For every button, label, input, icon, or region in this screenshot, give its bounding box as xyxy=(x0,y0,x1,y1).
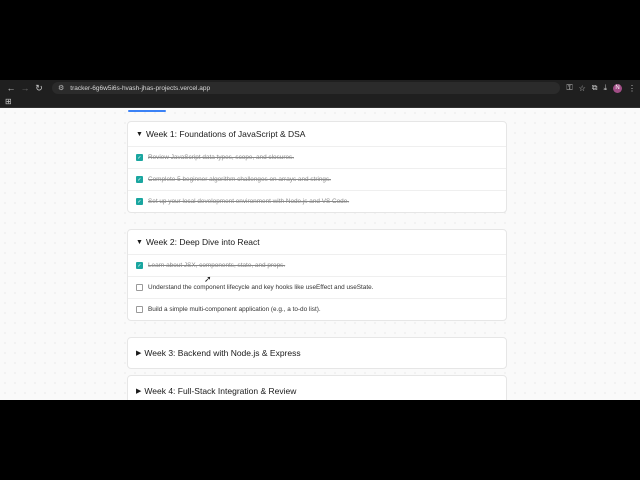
task-label: Complete 5 beginner algorithm challenges… xyxy=(148,176,331,183)
progress-accent xyxy=(128,110,166,112)
url-text: tracker-6g6w5i6s-hvash-jhas-projects.ver… xyxy=(70,84,211,92)
week-card: ▼ Week 2: Deep Dive into React ✓ Learn a… xyxy=(127,229,507,321)
bookmarks-bar: ⊞ xyxy=(0,96,640,108)
week-header-1[interactable]: ▼ Week 1: Foundations of JavaScript & DS… xyxy=(128,122,506,146)
task-row: ✓ Complete 5 beginner algorithm challeng… xyxy=(128,168,506,190)
week-title: Week 1: Foundations of JavaScript & DSA xyxy=(145,129,306,139)
task-label: Understand the component lifecycle and k… xyxy=(148,284,374,291)
week-title: Week 4: Full-Stack Integration & Review xyxy=(144,386,297,396)
profile-avatar[interactable]: N xyxy=(613,83,622,93)
week-header-2[interactable]: ▼ Week 2: Deep Dive into React xyxy=(128,230,506,254)
reload-icon[interactable]: ↻ xyxy=(32,83,46,94)
forward-icon[interactable]: → xyxy=(18,83,32,93)
apps-grid-icon[interactable]: ⊞ xyxy=(5,97,12,106)
browser-toolbar: ← → ↻ ⚙ tracker-6g6w5i6s-hvash-jhas-proj… xyxy=(0,80,640,96)
task-label: Learn about JSX, components, state, and … xyxy=(148,262,286,269)
password-key-icon[interactable]: ⚿ xyxy=(566,83,572,93)
task-checkbox[interactable]: ✓ xyxy=(136,154,143,161)
browser-window: ← → ↻ ⚙ tracker-6g6w5i6s-hvash-jhas-proj… xyxy=(0,80,640,400)
task-label: Review JavaScript data types, scope, and… xyxy=(148,154,294,161)
week-header-3[interactable]: ▶ Week 3: Backend with Node.js & Express xyxy=(128,338,506,368)
menu-kebab-icon[interactable]: ⋮ xyxy=(628,84,636,93)
task-row: ✓ Set up your local development environm… xyxy=(128,190,506,212)
page-content: ▼ Week 1: Foundations of JavaScript & DS… xyxy=(0,108,640,400)
task-checkbox[interactable] xyxy=(136,306,143,313)
task-checkbox[interactable]: ✓ xyxy=(136,262,143,269)
week-card: ▶ Week 4: Full-Stack Integration & Revie… xyxy=(127,375,507,400)
task-row: Understand the component lifecycle and k… xyxy=(128,276,506,298)
address-bar[interactable]: ⚙ tracker-6g6w5i6s-hvash-jhas-projects.v… xyxy=(52,82,561,94)
week-card: ▶ Week 3: Backend with Node.js & Express xyxy=(127,337,507,369)
collapsed-triangle-icon: ▶ xyxy=(136,388,142,395)
task-row: Build a simple multi-component applicati… xyxy=(128,298,506,320)
back-icon[interactable]: ← xyxy=(4,83,18,93)
collapsed-triangle-icon: ▶ xyxy=(136,350,142,357)
task-label: Build a simple multi-component applicati… xyxy=(148,306,321,313)
extensions-icon[interactable]: ⧉ xyxy=(592,83,598,93)
week-header-4[interactable]: ▶ Week 4: Full-Stack Integration & Revie… xyxy=(128,376,506,400)
task-checkbox[interactable] xyxy=(136,284,143,291)
expanded-triangle-icon: ▼ xyxy=(136,130,143,138)
task-checkbox[interactable]: ✓ xyxy=(136,176,143,183)
expanded-triangle-icon: ▼ xyxy=(136,238,143,246)
bookmark-star-icon[interactable]: ☆ xyxy=(579,84,586,93)
site-info-icon[interactable]: ⚙ xyxy=(58,84,64,92)
week-title: Week 2: Deep Dive into React xyxy=(145,237,260,247)
task-row: ✓ Learn about JSX, components, state, an… xyxy=(128,254,506,276)
task-row: ✓ Review JavaScript data types, scope, a… xyxy=(128,146,506,168)
week-title: Week 3: Backend with Node.js & Express xyxy=(144,348,301,358)
week-card: ▼ Week 1: Foundations of JavaScript & DS… xyxy=(127,121,507,213)
task-checkbox[interactable]: ✓ xyxy=(136,198,143,205)
mouse-pointer-icon: ➚ xyxy=(204,274,212,284)
task-label: Set up your local development environmen… xyxy=(148,198,350,205)
download-icon[interactable]: ⤓ xyxy=(603,83,607,93)
